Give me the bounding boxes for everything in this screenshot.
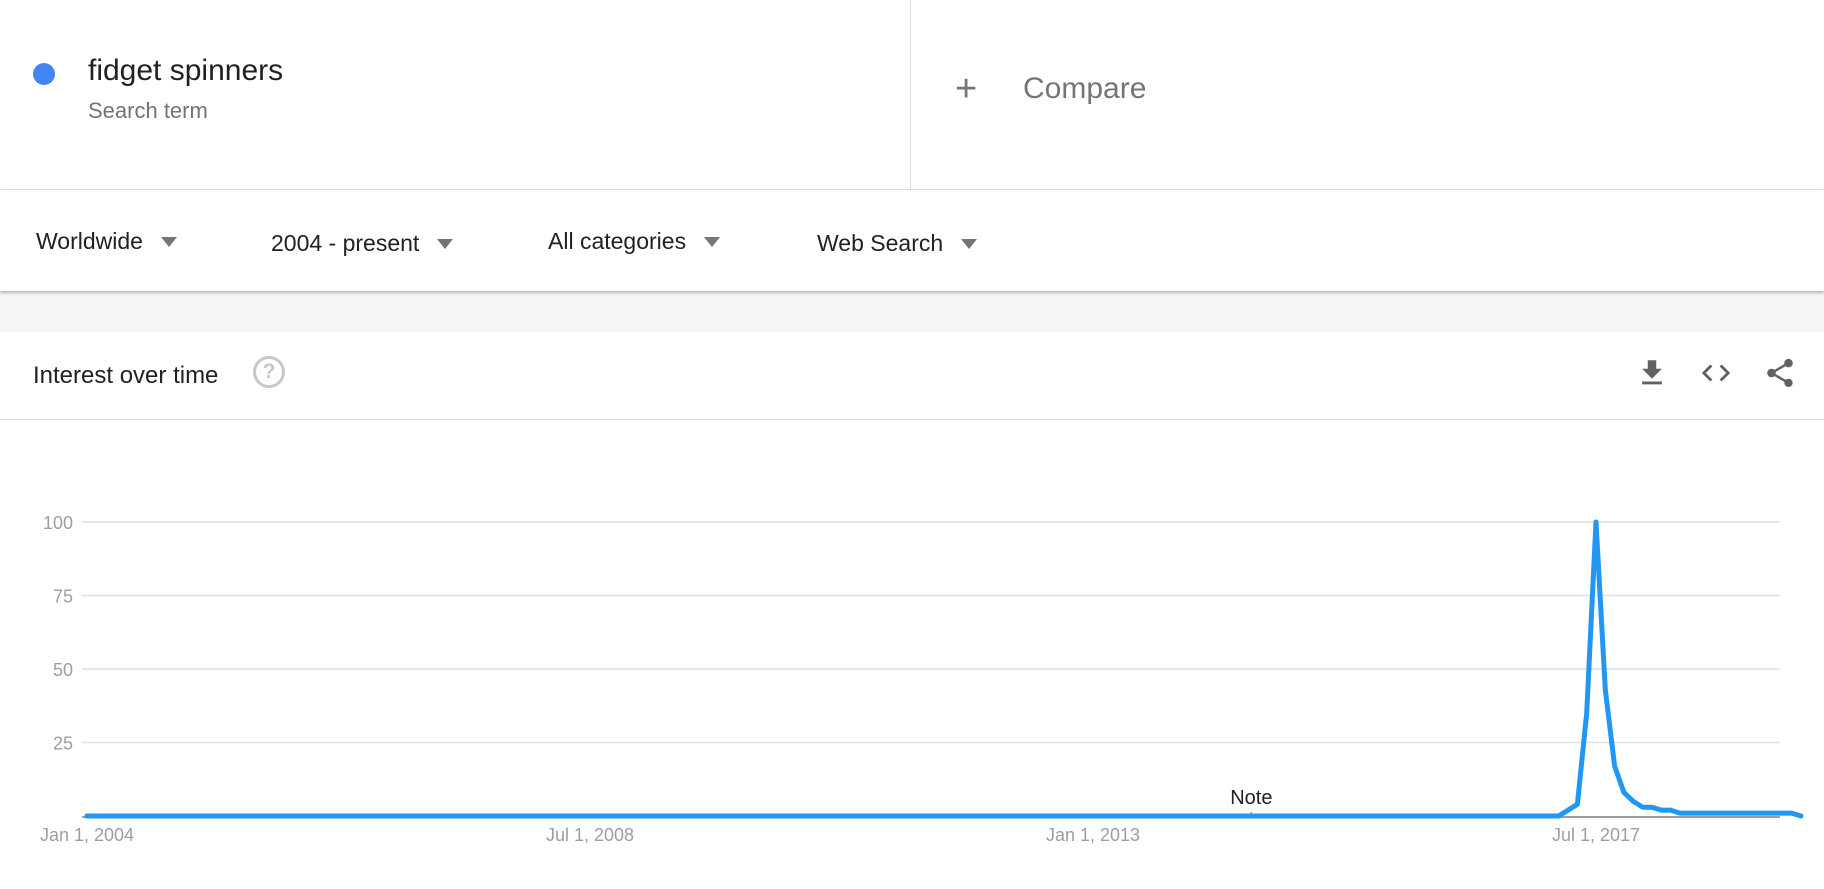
x-tick-label: Jul 1, 2017 <box>1552 825 1640 845</box>
region-dropdown[interactable]: Worldwide <box>36 228 177 255</box>
filter-bar: Worldwide 2004 - present All categories … <box>0 190 1824 291</box>
caret-down-icon <box>160 236 177 247</box>
y-tick-label: 25 <box>53 734 73 754</box>
search-type-label: Web Search <box>817 230 944 256</box>
help-icon[interactable]: ? <box>253 356 285 388</box>
plus-icon: + <box>955 68 978 110</box>
note-annotation[interactable]: Note <box>1230 787 1272 809</box>
search-term-card[interactable]: fidget spinners Search term <box>0 0 911 189</box>
y-tick-label: 75 <box>53 587 73 607</box>
search-type-dropdown[interactable]: Web Search <box>817 230 978 257</box>
embed-icon[interactable] <box>1699 356 1733 390</box>
download-icon[interactable] <box>1635 356 1669 390</box>
category-dropdown[interactable]: All categories <box>548 228 721 255</box>
x-tick-label: Jan 1, 2013 <box>1046 825 1140 845</box>
time-range-label: 2004 - present <box>271 230 420 256</box>
caret-down-icon <box>437 238 454 249</box>
time-range-dropdown[interactable]: 2004 - present <box>271 230 454 257</box>
x-tick-label: Jul 1, 2008 <box>546 825 634 845</box>
region-label: Worldwide <box>36 228 143 254</box>
y-tick-label: 50 <box>53 660 73 680</box>
category-label: All categories <box>548 228 687 254</box>
search-term-bar: fidget spinners Search term + Compare <box>0 0 1824 190</box>
caret-down-icon <box>704 236 721 247</box>
x-tick-label: Jan 1, 2004 <box>40 825 134 845</box>
interest-over-time-chart: 25 50 75 100 Jan 1, 2004 Jul 1, 2008 Jan 1, 2… <box>40 513 1804 845</box>
caret-down-icon <box>961 238 978 249</box>
card-title: Interest over time <box>33 362 219 389</box>
share-icon[interactable] <box>1763 356 1797 390</box>
term-type-label: Search term <box>88 98 208 123</box>
section-gap <box>0 291 1824 332</box>
y-tick-label: 100 <box>43 513 73 533</box>
term-color-dot <box>33 63 55 85</box>
term-name[interactable]: fidget spinners <box>88 54 283 88</box>
compare-button[interactable]: + Compare <box>955 70 1146 108</box>
compare-label: Compare <box>1023 72 1147 105</box>
